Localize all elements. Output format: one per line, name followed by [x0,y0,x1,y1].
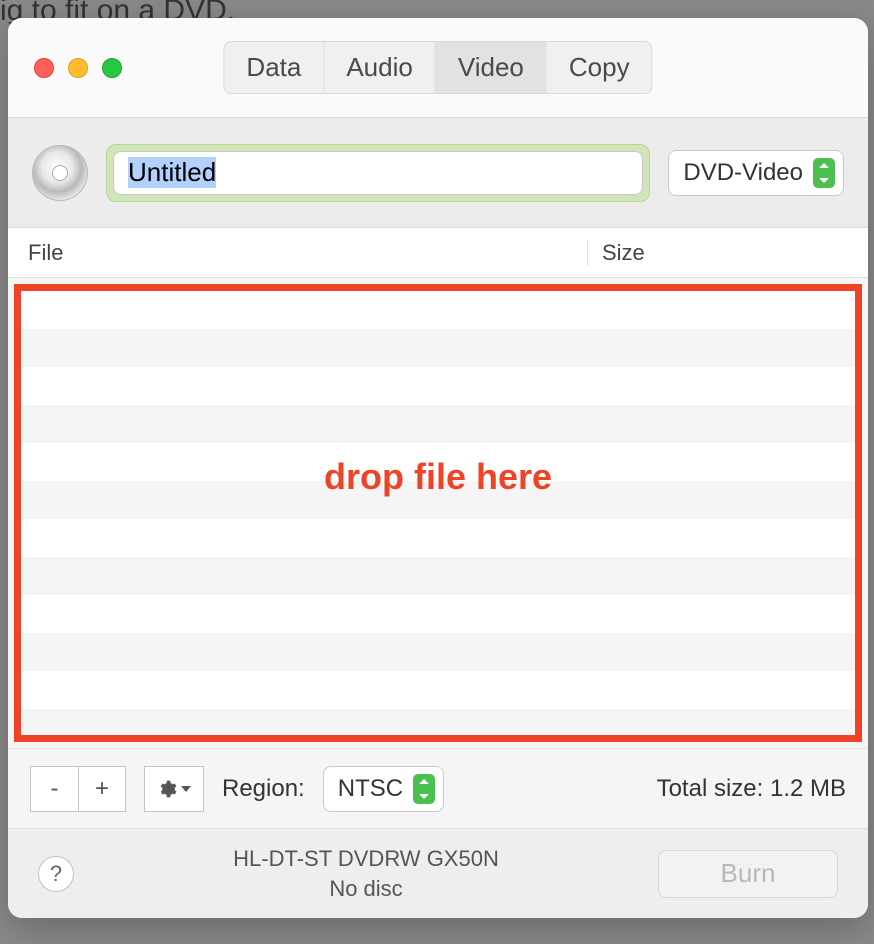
window-controls [34,58,122,78]
region-select[interactable]: NTSC [323,766,444,812]
tab-video[interactable]: Video [435,42,546,93]
burn-button[interactable]: Burn [658,850,838,898]
help-button[interactable]: ? [38,856,74,892]
disc-status: No disc [94,874,638,904]
drive-info: HL-DT-ST DVDRW GX50N No disc [94,844,638,903]
column-size[interactable]: Size [588,240,868,266]
region-label: Region: [222,775,305,803]
drop-hint-text: drop file here [324,456,552,498]
add-remove-group: - + [30,766,126,812]
table-header: File Size [8,228,868,278]
disc-toolbar: DVD-Video [8,118,868,228]
disc-title-input[interactable] [113,151,643,195]
drive-name: HL-DT-ST DVDRW GX50N [94,844,638,874]
dropdown-stepper-icon [413,774,435,804]
zoom-button[interactable] [102,58,122,78]
remove-button[interactable]: - [30,766,78,812]
tab-audio[interactable]: Audio [323,42,435,93]
tab-copy[interactable]: Copy [546,42,652,93]
drop-area[interactable]: drop file here [14,284,862,742]
dropdown-stepper-icon [813,158,835,188]
minimize-button[interactable] [68,58,88,78]
column-file[interactable]: File [8,240,588,266]
add-button[interactable]: + [78,766,126,812]
status-bar: ? HL-DT-ST DVDRW GX50N No disc Burn [8,828,868,918]
region-value: NTSC [338,775,403,803]
titlebar: Data Audio Video Copy [8,18,868,118]
title-field-wrap [106,144,650,202]
tab-data[interactable]: Data [224,42,323,93]
actions-menu-button[interactable] [144,766,204,812]
app-window: Data Audio Video Copy DVD-Video File Siz… [8,18,868,918]
gear-icon [157,779,177,799]
mode-tabs: Data Audio Video Copy [223,41,652,94]
chevron-down-icon [181,786,191,792]
format-select[interactable]: DVD-Video [668,150,844,196]
disc-icon [32,145,88,201]
empty-rows-bg [21,291,855,735]
close-button[interactable] [34,58,54,78]
format-value: DVD-Video [683,159,803,187]
bottom-toolbar: - + Region: NTSC Total size: 1.2 MB [8,748,868,828]
total-size: Total size: 1.2 MB [657,775,846,803]
